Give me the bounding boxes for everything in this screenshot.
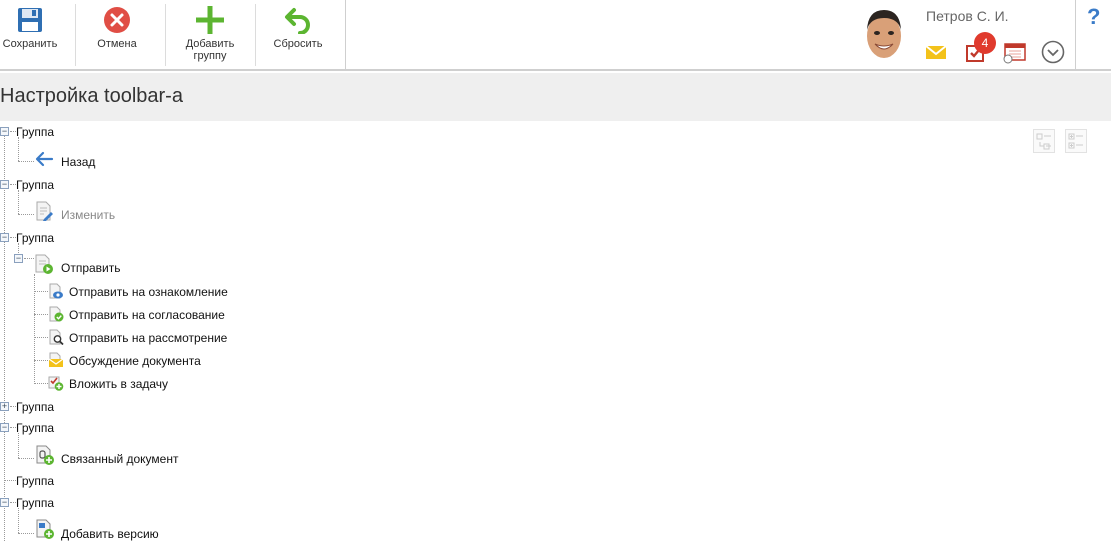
add-group-label: Добавить группу: [185, 38, 235, 62]
tree-connector: [18, 137, 19, 161]
tree-group[interactable]: Группа: [16, 400, 54, 414]
tree-connector: [24, 258, 34, 259]
group-toggle[interactable]: +: [0, 402, 9, 411]
group-toggle[interactable]: −: [0, 127, 9, 136]
toolbar-divider: [345, 0, 346, 69]
group-toggle[interactable]: −: [0, 233, 9, 242]
chevron-down-icon[interactable]: [1041, 40, 1065, 64]
toolbar-divider: [75, 4, 76, 66]
save-icon: [18, 8, 42, 32]
linked-document-icon: [36, 445, 54, 465]
send-review-icon: [49, 283, 63, 299]
group-toggle[interactable]: −: [0, 498, 9, 507]
tree-group[interactable]: Группа: [16, 474, 54, 488]
expand-all-icon: [1068, 133, 1083, 149]
tree-connector: [34, 383, 48, 384]
send-consideration-icon: [49, 329, 64, 345]
group-toggle[interactable]: −: [0, 423, 9, 432]
tree-group[interactable]: Группа: [16, 421, 54, 435]
tree-connector: [34, 360, 48, 361]
send-document-icon: [35, 254, 53, 274]
tree-subitem[interactable]: Отправить на согласование: [69, 308, 225, 322]
tree-connector: [34, 337, 48, 338]
tree-subitem[interactable]: Вложить в задачу: [69, 377, 168, 391]
expand-all-button[interactable]: [1065, 129, 1087, 153]
tree-subitem[interactable]: Обсуждение документа: [69, 354, 201, 368]
toolbar-divider: [165, 4, 166, 66]
tree-subitem[interactable]: Отправить на ознакомление: [69, 285, 228, 299]
tree-connector: [18, 161, 34, 162]
toolbar-tree: − Группа Назад − Группа Изменить − Групп…: [0, 121, 1111, 550]
add-version-icon: [36, 519, 54, 539]
tree-connector: [18, 214, 34, 215]
group-toggle[interactable]: −: [0, 180, 9, 189]
page-title-bar: Настройка toolbar-а: [0, 73, 1111, 121]
add-group-button[interactable]: Добавить группу: [176, 0, 244, 69]
toolbar-divider: [255, 4, 256, 66]
cancel-label: Отмена: [97, 38, 137, 50]
tasks-badge: 4: [974, 32, 996, 54]
cancel-icon: [104, 7, 130, 33]
tree-group[interactable]: Группа: [16, 496, 54, 510]
page-title: Настройка toolbar-а: [0, 85, 183, 107]
tree-group[interactable]: Группа: [16, 125, 54, 139]
tree-item-back[interactable]: Назад: [61, 155, 95, 169]
tree-subitem[interactable]: Отправить на рассмотрение: [69, 331, 227, 345]
tree-connector: [18, 458, 34, 459]
reset-button[interactable]: Сбросить: [265, 0, 331, 69]
tree-connector: [18, 533, 34, 534]
tree-group[interactable]: Группа: [16, 178, 54, 192]
mail-icon[interactable]: [924, 40, 948, 64]
tree-connector: [34, 291, 48, 292]
collapse-all-icon: [1036, 133, 1051, 150]
top-toolbar: Сохранить Отмена Добавить группу Сбросит…: [0, 0, 1111, 71]
edit-document-icon: [36, 201, 53, 221]
tree-connector: [4, 480, 16, 481]
tree-connector: [18, 508, 19, 533]
item-toggle[interactable]: −: [14, 254, 23, 263]
plus-icon: [196, 6, 224, 34]
avatar[interactable]: [860, 6, 908, 62]
tree-item-linked-document[interactable]: Связанный документ: [61, 452, 178, 466]
attach-task-icon: [48, 376, 64, 391]
calendar-icon[interactable]: [1002, 40, 1026, 64]
undo-icon: [285, 8, 310, 34]
tree-connector: [18, 433, 19, 458]
toolbar-divider: [1075, 0, 1076, 69]
tree-group[interactable]: Группа: [16, 231, 54, 245]
collapse-all-button[interactable]: [1033, 129, 1055, 153]
save-button[interactable]: Сохранить: [0, 0, 60, 69]
save-label: Сохранить: [2, 38, 58, 50]
user-name[interactable]: Петров С. И.: [926, 8, 1009, 24]
cancel-button[interactable]: Отмена: [85, 0, 149, 69]
tree-connector: [34, 314, 48, 315]
back-arrow-icon: [35, 151, 54, 167]
tree-connector: [18, 190, 19, 214]
tree-item-send[interactable]: Отправить: [61, 261, 121, 275]
tree-item-edit[interactable]: Изменить: [61, 208, 115, 222]
help-icon[interactable]: ?: [1087, 4, 1100, 30]
tree-item-add-version[interactable]: Добавить версию: [61, 527, 159, 541]
discussion-icon: [48, 352, 64, 367]
reset-label: Сбросить: [273, 38, 323, 50]
send-approval-icon: [49, 306, 64, 322]
